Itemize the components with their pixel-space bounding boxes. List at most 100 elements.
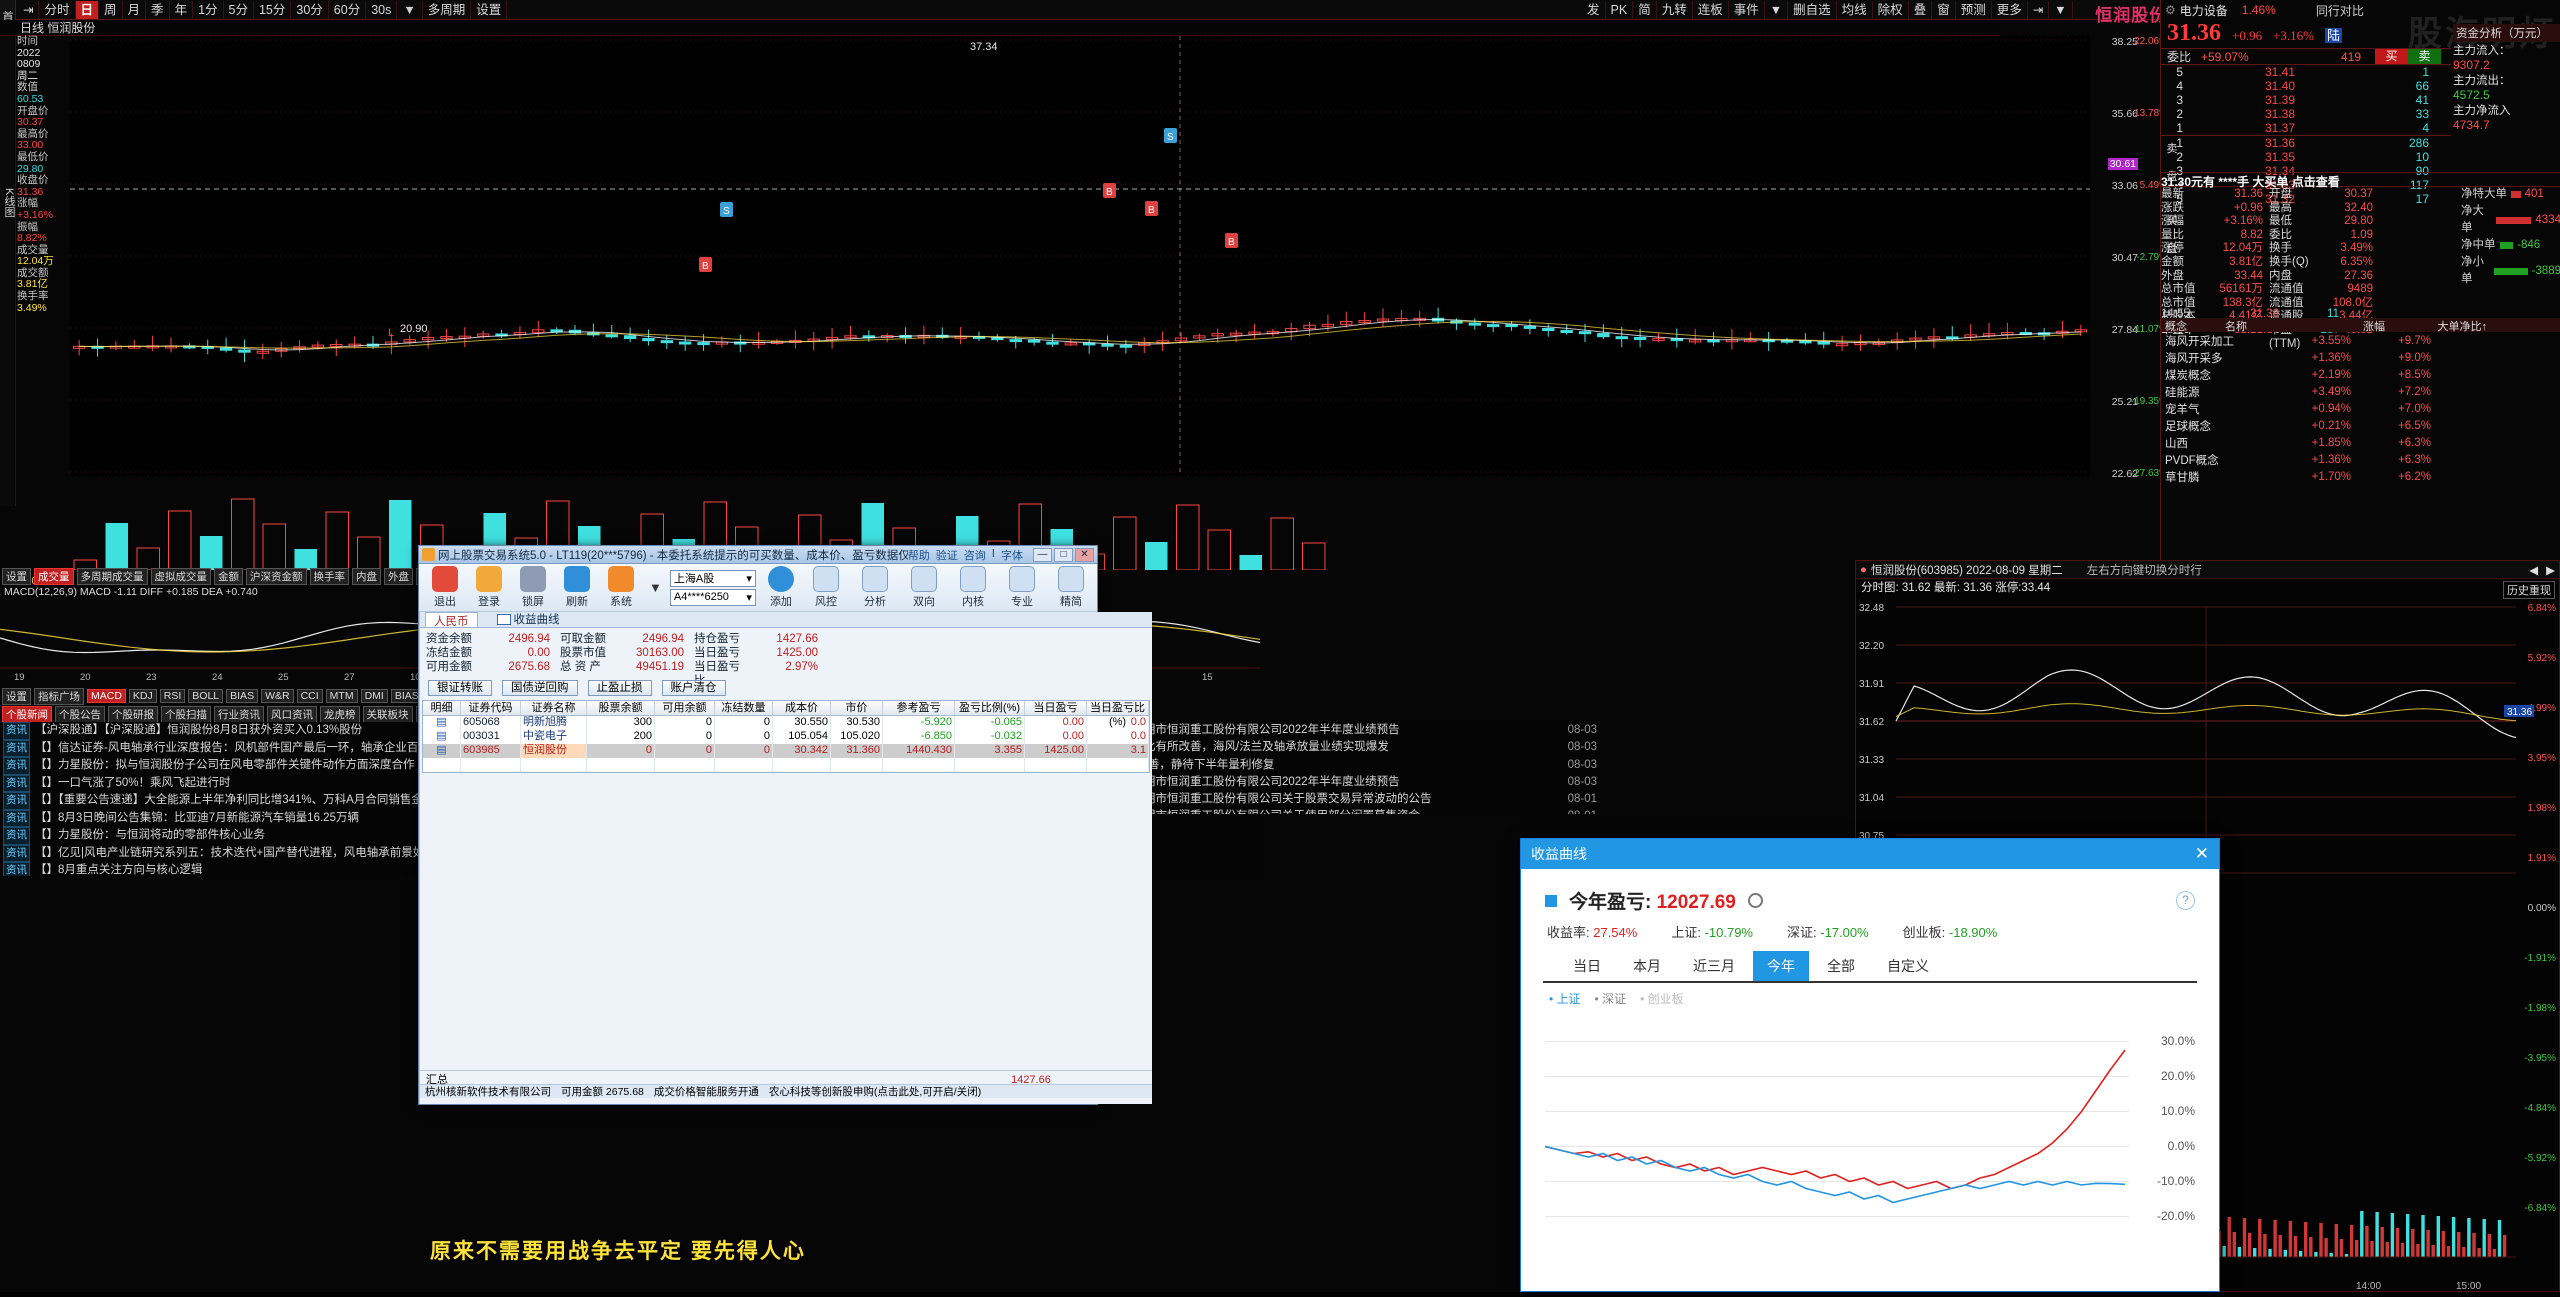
eye-icon[interactable] [1747, 893, 1763, 908]
concept-row-5[interactable]: 足球概念 +0.21% +6.5% [2161, 417, 2560, 434]
toolbtn-简[interactable]: 简 [1633, 0, 1657, 19]
help-link-验证[interactable]: 验证 [936, 547, 958, 563]
col-header-1[interactable]: 证券代码 [461, 701, 521, 715]
concept-box[interactable]: 概念 名称 涨幅 大单净比↑ 海风开采加工 +3.55% +9.7% 海风开采多 +1.… [2161, 318, 2560, 485]
volbtn-沪深资金额[interactable]: 沪深资金额 [246, 567, 307, 585]
chevron-down-icon[interactable]: ▼ [649, 580, 662, 595]
col-header-0[interactable]: 明细 [423, 701, 461, 715]
action-账户清仓[interactable]: 账户清仓 [661, 680, 726, 696]
tool-专业[interactable]: 专业 [1002, 566, 1042, 609]
multi-period-button[interactable]: 多周期 [423, 0, 472, 19]
legend-深证[interactable]: • 深证 [1595, 990, 1627, 1007]
toolbtn-九转[interactable]: 九转 [1657, 0, 1693, 19]
concept-row-4[interactable]: 宠羊气 +0.94% +7.0% [2161, 400, 2560, 417]
volbtn-内盘[interactable]: 内盘 [352, 567, 381, 585]
buy-button[interactable]: 买 [2375, 49, 2408, 64]
concept-row-2[interactable]: 煤炭概念 +2.19% +8.5% [2161, 366, 2560, 383]
indbtn-BIAS[interactable]: BIAS [226, 689, 259, 703]
trade-window[interactable]: 网上股票交易系统5.0 - LT119(20***5796) - 本委托系统提示… [418, 545, 1152, 1105]
close-button[interactable]: ✕ [1075, 547, 1094, 562]
toolbtn-叠[interactable]: 叠 [1909, 0, 1933, 19]
toolbtn-▼[interactable]: ▼ [1765, 0, 1789, 19]
volbtn-多周期成交量[interactable]: 多周期成交量 [76, 567, 148, 585]
help-link-咨询[interactable]: 咨询 [964, 547, 986, 563]
toolbtn-预测[interactable]: 预测 [1956, 0, 1992, 19]
profit-period-tabs[interactable]: 当日 本月 近三月 今年 全部 自定义 [1543, 947, 2197, 983]
period-button-季[interactable]: 季 [146, 0, 170, 19]
toolbtn-除权[interactable]: 除权 [1873, 0, 1909, 19]
period-tab-今年[interactable]: 今年 [1753, 951, 1809, 981]
concept-row-3[interactable]: 硅能源 +3.49% +7.2% [2161, 383, 2560, 400]
col-header-2[interactable]: 证券名称 [521, 701, 587, 715]
help-link-帮助[interactable]: 帮助 [908, 547, 930, 563]
tool-锁屏[interactable]: 锁屏 [513, 566, 553, 609]
table-row[interactable]: ▤ 603985 恒润股份 0 0 0 30.342 31.360 1440.430 3.355 1… [423, 744, 1149, 758]
col-header-8[interactable]: 参考盈亏 [883, 701, 955, 715]
trade-window-titlebar[interactable]: 网上股票交易系统5.0 - LT119(20***5796) - 本委托系统提示… [419, 546, 1097, 564]
table-row[interactable]: ▤ 003031 中瓷电子 200 0 0 105.054 105.020 -6.850 -0.0… [423, 730, 1149, 744]
toolbtn-窗[interactable]: 窗 [1932, 0, 1956, 19]
col-header-10[interactable]: 当日盈亏 [1025, 701, 1087, 715]
profit-curve-dialog[interactable]: 收益曲线 ✕ 今年盈亏: 12027.69 ? 收益率: 27.54% 上证: -… [1520, 838, 2220, 1292]
tool-双向[interactable]: 双向 [904, 566, 944, 609]
col-header-6[interactable]: 成本价 [773, 701, 831, 715]
col-header-3[interactable]: 股票余额 [587, 701, 655, 715]
detail-icon[interactable]: ▤ [423, 730, 461, 744]
concept-row-1[interactable]: 海风开采多 +1.36% +9.0% [2161, 349, 2560, 366]
newstab-个股公告[interactable]: 个股公告 [55, 705, 105, 723]
period-button-日[interactable]: 日 [75, 0, 100, 19]
newstab-关联板块[interactable]: 关联板块 [362, 705, 413, 723]
col-header-4[interactable]: 可用余额 [655, 701, 715, 715]
volbtn-成交量[interactable]: 成交量 [34, 567, 74, 585]
period-button-5分[interactable]: 5分 [224, 0, 254, 19]
concept-row-8[interactable]: 草甘膦 +1.70% +6.2% [2161, 468, 2560, 485]
period-button-15分[interactable]: 15分 [254, 0, 292, 19]
close-icon[interactable]: ✕ [2195, 844, 2209, 864]
action-国债逆回购[interactable]: 国债逆回购 [502, 680, 578, 696]
tool-系统[interactable]: 系统 [601, 566, 641, 609]
indbtn-MTM[interactable]: MTM [325, 689, 358, 703]
tool-精简[interactable]: 精简 [1051, 566, 1091, 609]
currency-tabs[interactable]: 人民币 收益曲线 [420, 612, 1152, 628]
period-button-周[interactable]: 周 [99, 0, 123, 19]
tool-登录[interactable]: 登录 [469, 566, 509, 609]
help-link-Ⅰ[interactable]: Ⅰ [992, 547, 995, 563]
toolbtn-PK[interactable]: PK [1606, 0, 1634, 19]
big-order-notice[interactable]: 31.30元有 ****手 大买单 点击查看 [2161, 172, 2560, 189]
profit-legend[interactable]: • 上证 • 深证 • 创业板 [1531, 983, 2209, 1014]
legend-上证[interactable]: • 上证 [1549, 990, 1581, 1007]
help-link-字体[interactable]: 字体 [1001, 547, 1023, 563]
settings-button[interactable]: 设置 [471, 0, 508, 19]
toolbtn-删自选[interactable]: 删自选 [1788, 0, 1837, 19]
tool-分析[interactable]: 分析 [855, 566, 895, 609]
detail-icon[interactable]: ▤ [423, 744, 461, 758]
sell-button[interactable]: 卖 [2408, 49, 2441, 64]
newstab-龙虎榜[interactable]: 龙虎榜 [320, 705, 360, 723]
toolbtn-⇥[interactable]: ⇥ [2028, 0, 2050, 19]
account-select[interactable]: A4****6250 ▾ [669, 588, 756, 606]
col-header-11[interactable]: 当日盈亏比(%) [1087, 701, 1149, 728]
maximize-button[interactable]: □ [1054, 547, 1073, 562]
col-header-7[interactable]: 市价 [831, 701, 883, 715]
period-button-30分[interactable]: 30分 [291, 0, 329, 19]
period-tab-自定义[interactable]: 自定义 [1873, 951, 1943, 981]
chevron-down-icon[interactable]: ▼ [397, 0, 423, 19]
tab-rmb[interactable]: 人民币 [425, 612, 478, 628]
indbtn-BOLL[interactable]: BOLL [188, 689, 224, 703]
period-tab-当日[interactable]: 当日 [1559, 951, 1615, 981]
indbtn-设置[interactable]: 设置 [2, 687, 31, 705]
volbtn-虚拟成交量[interactable]: 虚拟成交量 [150, 567, 211, 585]
newstab-行业资讯[interactable]: 行业资讯 [214, 705, 264, 723]
col-header-5[interactable]: 冻结数量 [715, 701, 773, 715]
newstab-个股研报[interactable]: 个股研报 [108, 705, 158, 723]
newstab-个股新闻[interactable]: 个股新闻 [2, 705, 52, 723]
newstab-风口资讯[interactable]: 风口资讯 [267, 705, 317, 723]
next-day-button[interactable]: ▶ [2546, 563, 2555, 577]
indbtn-DMI[interactable]: DMI [360, 689, 388, 703]
gear-icon[interactable]: ⚙ [2161, 3, 2180, 17]
concept-row-7[interactable]: PVDF概念 +1.36% +6.3% [2161, 451, 2560, 468]
indbtn-W&R[interactable]: W&R [261, 689, 294, 703]
action-银证转账[interactable]: 银证转账 [428, 680, 492, 696]
volbtn-金额[interactable]: 金额 [214, 567, 243, 585]
toolbtn-事件[interactable]: 事件 [1729, 0, 1765, 19]
